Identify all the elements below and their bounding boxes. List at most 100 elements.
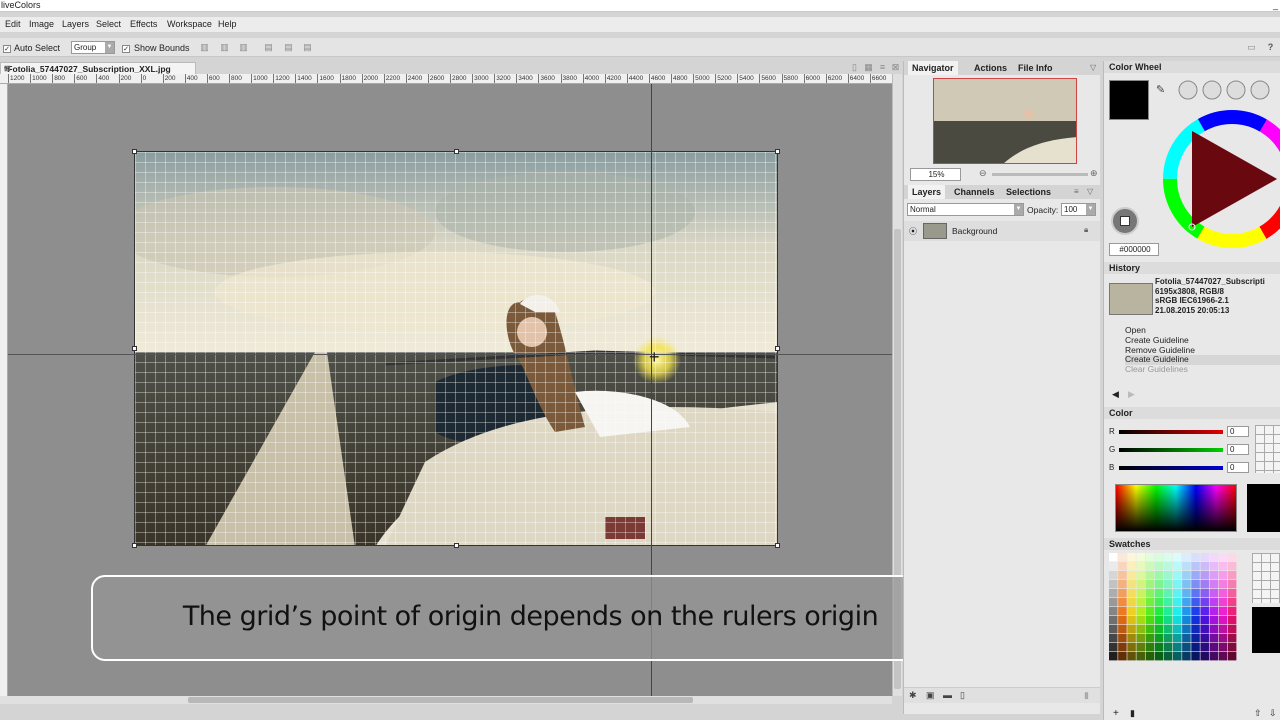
import-swatch-icon[interactable]: ⇧ [1254, 708, 1262, 719]
swatch-cell[interactable] [1163, 571, 1173, 580]
swatch-cell[interactable] [1145, 553, 1155, 562]
swatch-cell[interactable] [1227, 607, 1237, 616]
swatch-cell[interactable] [1227, 598, 1237, 607]
red-value-field[interactable]: 0 [1227, 426, 1249, 437]
swatch-cell[interactable] [1191, 634, 1200, 643]
swatch-cell[interactable] [1127, 562, 1136, 571]
list-icon[interactable]: ≡ [877, 62, 888, 73]
swatch-cell[interactable] [1200, 580, 1209, 589]
swatch-cell[interactable] [1154, 589, 1164, 598]
swatch-cell[interactable] [1182, 643, 1191, 652]
tab-selections[interactable]: Selections [1002, 185, 1055, 199]
swatch-cell[interactable] [1191, 616, 1200, 625]
swatch-cell[interactable] [1200, 607, 1209, 616]
swatch-cell[interactable] [1182, 580, 1191, 589]
layers-list-icon[interactable]: ≡ [1074, 187, 1079, 196]
tab-file-info[interactable]: File Info [1014, 61, 1057, 75]
swatch-cell[interactable] [1182, 598, 1191, 607]
tab-navigator[interactable]: Navigator [908, 61, 958, 75]
zoom-in-icon[interactable]: ⊕ [1090, 168, 1098, 179]
blue-value-field[interactable]: 0 [1227, 462, 1249, 473]
swatch-cell[interactable] [1182, 562, 1191, 571]
swatch-cell[interactable] [1109, 616, 1118, 625]
swatch-cell[interactable] [1136, 652, 1145, 661]
swatch-cell[interactable] [1127, 643, 1136, 652]
swatch-cell[interactable] [1200, 553, 1209, 562]
swatch-cell[interactable] [1145, 652, 1155, 661]
swatch-cell[interactable] [1154, 616, 1164, 625]
menu-layers[interactable]: Layers [62, 19, 89, 29]
swatch-cell[interactable] [1227, 634, 1237, 643]
swatch-cell[interactable] [1127, 652, 1136, 661]
swatch-cell[interactable] [1191, 625, 1200, 634]
swatch-cell[interactable] [1173, 580, 1182, 589]
document-image[interactable] [134, 151, 778, 546]
green-value-field[interactable]: 0 [1227, 444, 1249, 455]
swatch-cell[interactable] [1182, 652, 1191, 661]
swatch-cell[interactable] [1173, 607, 1182, 616]
swatch-cell[interactable] [1182, 625, 1191, 634]
swatch-cell[interactable] [1209, 616, 1219, 625]
lock-icon[interactable]: 🔒︎ [1084, 225, 1088, 235]
swatch-cell[interactable] [1191, 607, 1200, 616]
visibility-icon[interactable]: ⦿ [909, 226, 917, 237]
hex-field[interactable]: #000000 [1109, 243, 1159, 256]
swatch-cell[interactable] [1118, 607, 1127, 616]
swatch-cell[interactable] [1109, 598, 1118, 607]
swatch-cell[interactable] [1109, 625, 1118, 634]
swatch-cell[interactable] [1136, 607, 1145, 616]
swatch-cell[interactable] [1163, 580, 1173, 589]
help-icon[interactable]: ? [1265, 42, 1276, 53]
redo-icon[interactable]: ▶ [1128, 389, 1135, 400]
swatch-cell[interactable] [1163, 643, 1173, 652]
menu-select[interactable]: Select [96, 19, 121, 29]
transform-handle[interactable] [132, 543, 137, 548]
swatch-cell[interactable] [1209, 598, 1219, 607]
document-icon[interactable]: ▯ [849, 62, 860, 73]
undo-icon[interactable]: ◀ [1112, 389, 1119, 400]
swatch-cell[interactable] [1173, 598, 1182, 607]
swatch-cell[interactable] [1209, 652, 1219, 661]
show-bounds-checkbox[interactable]: ✓ [122, 43, 130, 53]
swatch-cell[interactable] [1191, 598, 1200, 607]
swatch-cell[interactable] [1191, 571, 1200, 580]
vertical-ruler[interactable] [0, 84, 8, 696]
tab-layers[interactable]: Layers [908, 185, 946, 199]
swatch-cell[interactable] [1209, 580, 1219, 589]
swatch-cell[interactable] [1118, 625, 1127, 634]
swatch-cell[interactable] [1227, 625, 1237, 634]
swatch-cell[interactable] [1182, 589, 1191, 598]
add-swatch-icon[interactable]: + [1113, 708, 1119, 719]
swatch-cell[interactable] [1145, 607, 1155, 616]
folder-icon[interactable]: ▬ [943, 690, 952, 700]
swatch-cell[interactable] [1209, 607, 1219, 616]
swatch-cell[interactable] [1145, 589, 1155, 598]
swatch-cell[interactable] [1173, 589, 1182, 598]
swatch-cell[interactable] [1127, 625, 1136, 634]
menu-workspace[interactable]: Workspace [167, 19, 212, 29]
swatch-cell[interactable] [1136, 580, 1145, 589]
swatch-cell[interactable] [1209, 625, 1219, 634]
swatch-cell[interactable] [1173, 562, 1182, 571]
swatch-cell[interactable] [1145, 571, 1155, 580]
swatch-cell[interactable] [1163, 553, 1173, 562]
swatch-cell[interactable] [1227, 553, 1237, 562]
swatch-cell[interactable] [1109, 553, 1118, 562]
swatch-cell[interactable] [1227, 580, 1237, 589]
swatch-cell[interactable] [1209, 634, 1219, 643]
swatch-cell[interactable] [1145, 634, 1155, 643]
swatch-cell[interactable] [1218, 589, 1228, 598]
swatch-cell[interactable] [1218, 652, 1228, 661]
swatch-cell[interactable] [1218, 643, 1228, 652]
eyedropper-icon[interactable]: ✎ [1156, 83, 1165, 96]
swatch-cell[interactable] [1118, 580, 1127, 589]
swatch-cell[interactable] [1209, 571, 1219, 580]
tab-actions[interactable]: Actions [970, 61, 1011, 75]
swatch-cell[interactable] [1173, 553, 1182, 562]
swatch-cell[interactable] [1200, 598, 1209, 607]
transform-handle[interactable] [775, 149, 780, 154]
swatch-cell[interactable] [1136, 562, 1145, 571]
swatch-cell[interactable] [1127, 598, 1136, 607]
swatch-cell[interactable] [1145, 625, 1155, 634]
swatch-cell[interactable] [1173, 652, 1182, 661]
